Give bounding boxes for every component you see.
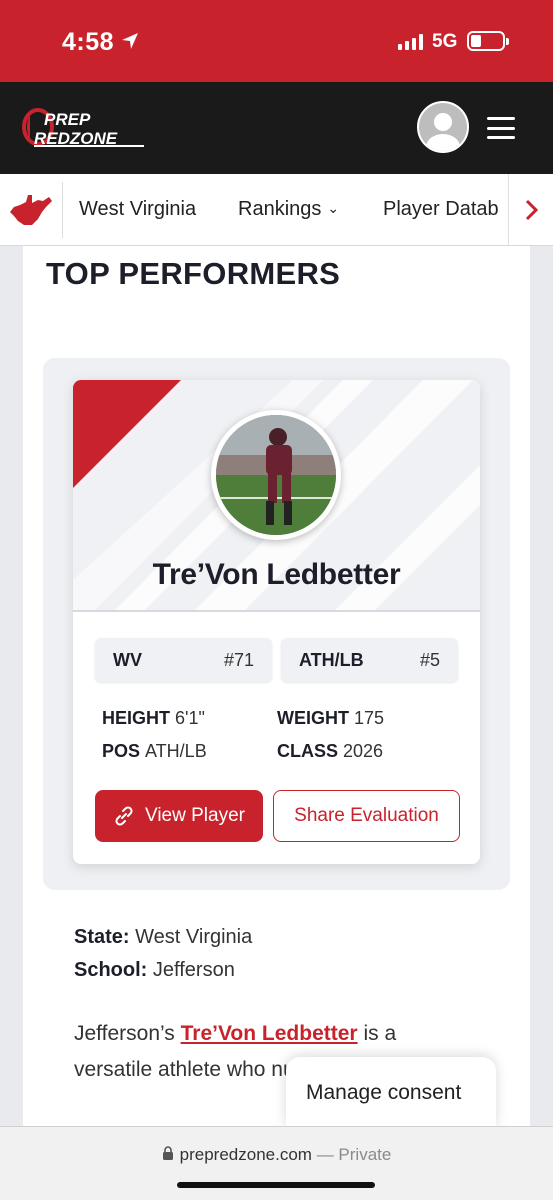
browser-address-bar[interactable]: prepredzone.com — Private xyxy=(0,1126,553,1200)
site-header: PREP REDZONE xyxy=(0,82,553,174)
player-card-header: Tre’Von Ledbetter xyxy=(73,380,480,612)
position-rank-value: #5 xyxy=(419,650,440,670)
stat-height: HEIGHT 6'1" xyxy=(102,708,205,728)
network-type: 5G xyxy=(432,31,458,52)
signal-icon xyxy=(398,34,423,50)
menu-icon[interactable] xyxy=(487,117,515,139)
page-title: TOP PERFORMERS xyxy=(46,256,341,291)
nav-item-west-virginia[interactable]: West Virginia xyxy=(79,198,196,221)
top-performers-panel: Tre’Von Ledbetter WV #71 ATH/LB #5 HEIGH… xyxy=(43,358,510,890)
player-state: State: West Virginia xyxy=(74,926,253,948)
state-nav-bar: West Virginia Rankings ⌄ Player Datab xyxy=(0,174,553,246)
share-evaluation-button[interactable]: Share Evaluation xyxy=(273,790,460,842)
state-rank-value: #71 xyxy=(223,650,254,670)
nav-item-rankings[interactable]: Rankings ⌄ xyxy=(238,198,339,221)
logo-text-prep: PREP xyxy=(44,110,91,129)
player-school: School: Jefferson xyxy=(74,959,235,981)
url-domain: prepredzone.com xyxy=(179,1145,312,1164)
player-name: Tre’Von Ledbetter xyxy=(152,558,401,591)
location-arrow-icon xyxy=(122,33,138,49)
link-icon xyxy=(115,806,133,826)
player-photo xyxy=(211,410,341,540)
status-time: 4:58 xyxy=(62,28,115,56)
page-content: TOP PERFORMERS Tre’Von Ledbetter WV #71 … xyxy=(23,246,530,1126)
nav-item-rankings-label: Rankings xyxy=(238,198,322,220)
west-virginia-state-icon[interactable] xyxy=(8,192,54,228)
prep-redzone-logo[interactable]: PREP REDZONE xyxy=(22,106,148,148)
home-indicator[interactable] xyxy=(177,1182,375,1188)
view-player-button[interactable]: View Player xyxy=(95,790,263,842)
view-player-label: View Player xyxy=(145,805,245,826)
nav-divider xyxy=(62,182,63,238)
lock-icon xyxy=(162,1146,173,1160)
chevron-right-icon xyxy=(525,199,538,220)
state-rank-label: WV xyxy=(113,650,142,670)
battery-icon xyxy=(467,31,509,51)
chevron-down-icon: ⌄ xyxy=(327,200,340,216)
manage-consent-button[interactable]: Manage consent xyxy=(286,1057,496,1129)
user-avatar[interactable] xyxy=(417,101,469,153)
private-mode-label: — Private xyxy=(316,1145,392,1164)
stat-class: CLASS 2026 xyxy=(277,741,384,761)
nav-scroll-right-button[interactable] xyxy=(508,174,553,245)
state-rank-chip: WV #71 xyxy=(95,638,272,682)
stat-weight: WEIGHT 175 xyxy=(277,708,385,728)
nav-item-player-database[interactable]: Player Datab xyxy=(383,198,507,221)
status-bar: 4:58 5G xyxy=(0,0,553,82)
stat-position: POS ATH/LB xyxy=(102,741,207,761)
player-card: Tre’Von Ledbetter WV #71 ATH/LB #5 HEIGH… xyxy=(73,380,480,864)
position-rank-label: ATH/LB xyxy=(299,650,364,670)
player-name-link[interactable]: Tre’Von Ledbetter xyxy=(181,1022,358,1045)
position-rank-chip: ATH/LB #5 xyxy=(281,638,458,682)
